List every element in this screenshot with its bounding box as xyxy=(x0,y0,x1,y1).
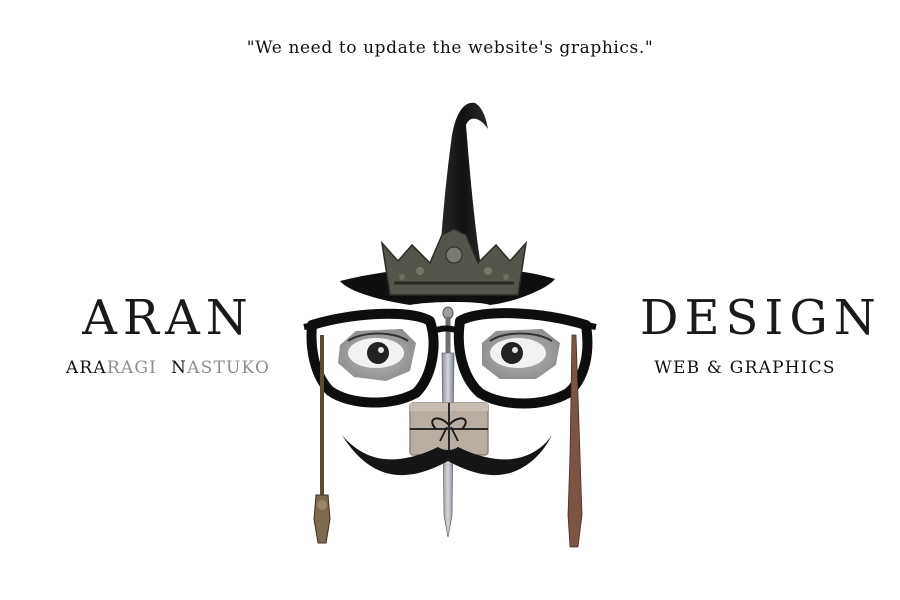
subtitle-part-astuko: ASTUKO xyxy=(187,358,271,378)
subtitle-part-ragi: RAGI xyxy=(106,358,158,378)
face-illustration xyxy=(303,102,597,548)
brand-subtitle-left: ARARAGI NASTUKO xyxy=(58,358,278,378)
brand-left: ARAN ARARAGI NASTUKO xyxy=(58,290,278,378)
eye-icon xyxy=(338,329,416,381)
gift-box-icon xyxy=(409,402,489,456)
subtitle-part-ara: ARA xyxy=(65,358,107,378)
subtitle-part-n: N xyxy=(171,358,188,378)
crown-icon xyxy=(380,228,528,296)
eye-icon xyxy=(482,329,560,379)
brand-name-design: DESIGN xyxy=(640,290,882,346)
quote-text: "We need to update the website's graphic… xyxy=(246,38,654,58)
brand-subtitle-right: WEB & GRAPHICS xyxy=(654,358,836,378)
poster: "We need to update the website's graphic… xyxy=(0,0,900,600)
brand-name-aran: ARAN xyxy=(82,290,254,346)
brand-right: DESIGN WEB & GRAPHICS xyxy=(640,290,882,378)
